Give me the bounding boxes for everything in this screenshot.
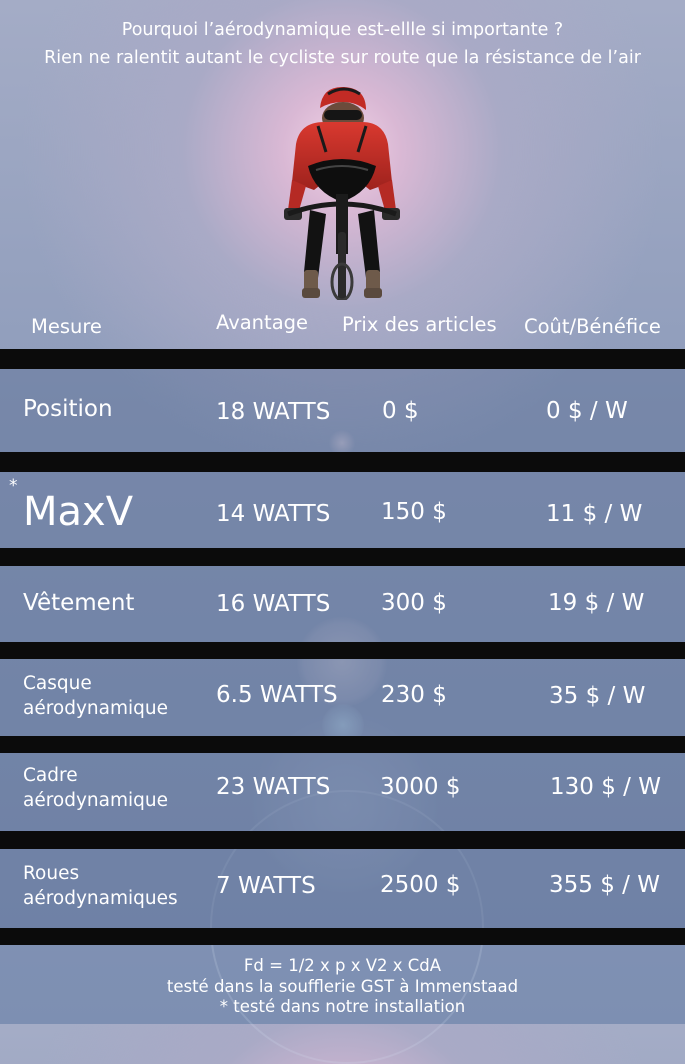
column-header-cost-benefit: Coût/Bénéfice [524, 315, 661, 338]
row-label-line-2: aérodynamique [23, 790, 169, 811]
row-label-line-1: Cadre [23, 765, 78, 786]
row-separator [0, 928, 685, 945]
advantage-cell: 16 WATTS [216, 591, 331, 617]
advantage-cell: 14 WATTS [216, 501, 331, 527]
row-label-line-2: aérodynamique [23, 698, 169, 719]
cyclist-illustration [284, 86, 400, 300]
footer-wind-tunnel-note: testé dans la soufflerie GST à Immenstaa… [166, 977, 519, 996]
price-cell: 3000 $ [380, 774, 461, 800]
price-cell: 150 $ [381, 499, 447, 525]
row-separator [0, 548, 685, 566]
column-header-price: Prix des articles [342, 313, 497, 336]
row-label: Roues aérodynamiques [23, 861, 178, 911]
header-line-2: Rien ne ralentit autant le cycliste sur … [44, 48, 641, 68]
footer-asterisk-note: * testé dans notre installation [219, 997, 466, 1016]
row-label-line-1: Casque [23, 673, 92, 694]
row-label: Vêtement [23, 590, 135, 616]
row-separator [0, 349, 685, 369]
cost-benefit-cell: 35 $ / W [549, 683, 646, 709]
advantage-cell: 23 WATTS [216, 774, 331, 800]
price-cell: 230 $ [381, 682, 447, 708]
row-separator [0, 736, 685, 753]
cost-benefit-cell: 0 $ / W [546, 398, 628, 424]
row-label: Casque aérodynamique [23, 671, 168, 721]
row-label: Cadre aérodynamique [23, 763, 168, 813]
row-separator [0, 831, 685, 849]
row-label: Position [23, 396, 113, 422]
cost-benefit-cell: 11 $ / W [546, 501, 643, 527]
advantage-cell: 18 WATTS [216, 399, 331, 425]
row-separator [0, 642, 685, 659]
row-separator [0, 452, 685, 472]
footnote-marker: * [9, 476, 18, 496]
cost-benefit-cell: 130 $ / W [550, 774, 661, 800]
row-label: MaxV [23, 489, 134, 535]
header-line-1: Pourquoi l’aérodynamique est-ellle si im… [121, 20, 564, 40]
price-cell: 0 $ [382, 398, 419, 424]
price-cell: 2500 $ [380, 872, 461, 898]
advantage-cell: 7 WATTS [216, 873, 316, 899]
column-header-measure: Mesure [31, 315, 102, 338]
footer-formula: Fd = 1/2 x p x V2 x CdA [243, 956, 442, 975]
advantage-cell: 6.5 WATTS [216, 682, 338, 708]
row-label-line-1: Roues [23, 863, 80, 884]
cost-benefit-cell: 19 $ / W [548, 590, 645, 616]
column-header-advantage: Avantage [216, 311, 309, 334]
cost-benefit-cell: 355 $ / W [549, 872, 660, 898]
price-cell: 300 $ [381, 590, 447, 616]
row-label-line-2: aérodynamiques [23, 888, 178, 909]
